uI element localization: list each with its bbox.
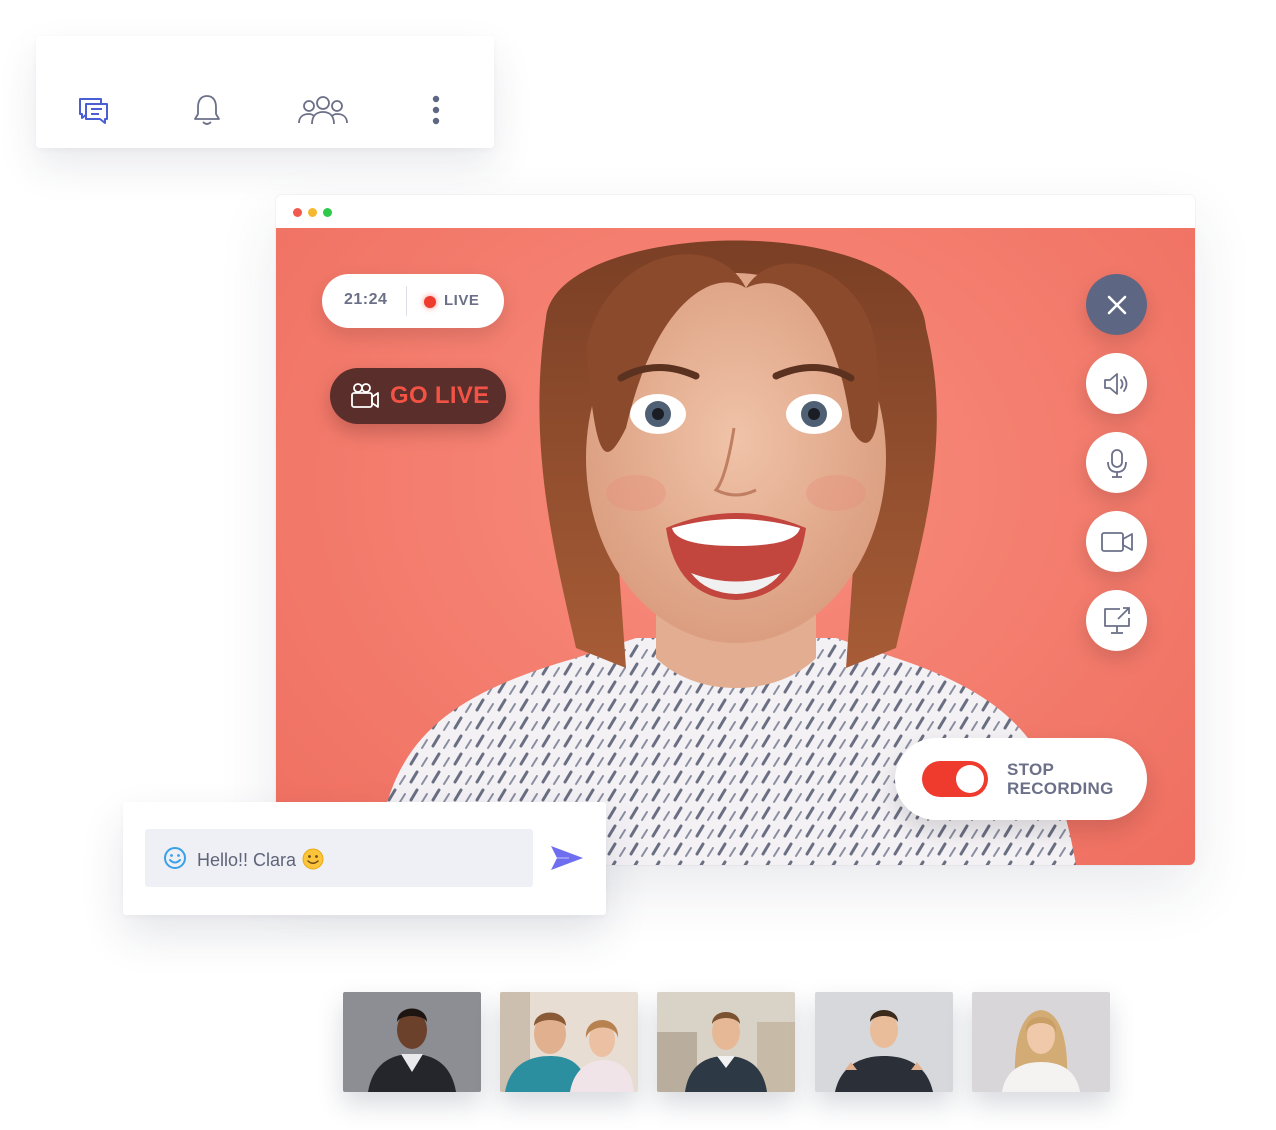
participant-thumbnail-3[interactable] xyxy=(657,992,795,1092)
screen-share-button[interactable] xyxy=(1086,590,1147,651)
chat-message-value: Hello!! Clara xyxy=(197,850,297,870)
recording-control: STOP RECORDING xyxy=(895,738,1147,820)
participant-thumbnail-4[interactable] xyxy=(815,992,953,1092)
live-status-pill: 21:24 LIVE xyxy=(322,274,504,328)
participant-4-video xyxy=(815,992,953,1092)
microphone-button[interactable] xyxy=(1086,432,1147,493)
chat-icon[interactable] xyxy=(77,95,111,125)
end-call-button[interactable] xyxy=(1086,274,1147,335)
participant-thumbnail-2[interactable] xyxy=(500,992,638,1092)
go-live-button[interactable]: GO LIVE xyxy=(330,368,506,424)
speaker-button[interactable] xyxy=(1086,353,1147,414)
live-label: LIVE xyxy=(444,292,480,309)
video-camera-icon xyxy=(1100,531,1133,552)
window-maximize-dot[interactable] xyxy=(323,208,332,217)
send-icon[interactable] xyxy=(549,843,585,873)
window-minimize-dot[interactable] xyxy=(308,208,317,217)
emoji-picker-icon[interactable] xyxy=(163,846,187,870)
participant-3-video xyxy=(657,992,795,1092)
participant-thumbnail-5[interactable] xyxy=(972,992,1110,1092)
call-timer: 21:24 xyxy=(344,291,388,308)
speaker-icon xyxy=(1103,372,1127,395)
live-indicator-dot xyxy=(424,296,436,308)
participant-5-video xyxy=(972,992,1110,1092)
go-live-label: GO LIVE xyxy=(390,382,490,409)
window-titlebar xyxy=(276,195,1195,228)
top-toolbar xyxy=(36,36,494,148)
participant-1-video xyxy=(343,992,481,1092)
people-icon[interactable] xyxy=(297,94,349,126)
microphone-icon xyxy=(1106,448,1127,478)
participant-thumbnail-1[interactable] xyxy=(343,992,481,1092)
chat-composer: Hello!! Clara xyxy=(123,802,606,915)
smiley-emoji-icon xyxy=(302,848,324,870)
video-camera-icon xyxy=(351,383,379,408)
close-icon xyxy=(1107,295,1126,314)
screen-share-icon xyxy=(1103,606,1130,634)
more-vertical-icon[interactable] xyxy=(431,95,441,125)
chat-message-text: Hello!! Clara xyxy=(197,848,324,871)
stop-recording-label: STOP RECORDING xyxy=(1007,760,1114,798)
window-close-dot[interactable] xyxy=(293,208,302,217)
bell-icon[interactable] xyxy=(191,93,223,127)
video-stage: 21:24 LIVE GO LIVE STOP RECORDING xyxy=(276,228,1195,865)
chat-message-input[interactable]: Hello!! Clara xyxy=(145,829,533,887)
divider xyxy=(406,286,407,316)
recording-toggle[interactable] xyxy=(922,761,988,797)
camera-button[interactable] xyxy=(1086,511,1147,572)
video-call-window: 21:24 LIVE GO LIVE STOP RECORDING xyxy=(276,195,1195,865)
toggle-knob xyxy=(956,765,984,793)
participant-2-video xyxy=(500,992,638,1092)
